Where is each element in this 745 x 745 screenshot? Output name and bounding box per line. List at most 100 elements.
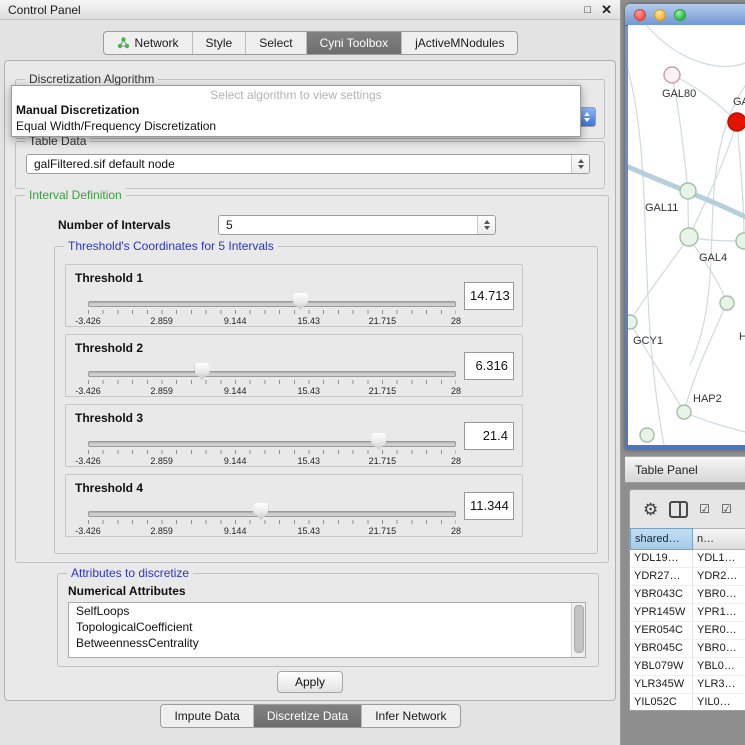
node-selected-red[interactable] (728, 113, 745, 131)
threshold-1-slider[interactable]: -3.4262.8599.14415.4321.71528 (88, 295, 456, 327)
table-row[interactable]: YER054CYER0… (630, 622, 745, 640)
slider-track[interactable] (88, 511, 456, 517)
threshold-1-label: Threshold 1 (75, 271, 143, 285)
table-row[interactable]: YLR345WYLR3… (630, 676, 745, 694)
threshold-1-panel: Threshold 1 -3.4262.8599.14415.4321.7152… (65, 264, 523, 327)
node-gal80[interactable] (664, 67, 680, 83)
network-window-titlebar[interactable] (625, 4, 745, 26)
tab-impute-data[interactable]: Impute Data (161, 705, 252, 727)
threshold-4-slider[interactable]: -3.4262.8599.14415.4321.71528 (88, 505, 456, 537)
slider-scale-label: 9.144 (224, 386, 247, 396)
table-cell: YLR3… (693, 676, 745, 693)
table-cell: YBR0… (693, 586, 745, 603)
table-cell: YER0… (693, 622, 745, 639)
slider-scale-label: 9.144 (224, 526, 247, 536)
table-row[interactable]: YBL079WYBL0… (630, 658, 745, 676)
column-header-name[interactable]: n… (693, 528, 745, 550)
checkbox-icon[interactable]: ☑ (721, 503, 732, 515)
tab-label: Discretize Data (267, 709, 348, 723)
window-title: Control Panel (8, 3, 81, 17)
threshold-2-slider[interactable]: -3.4262.8599.14415.4321.71528 (88, 365, 456, 397)
slider-track[interactable] (88, 371, 456, 377)
dropdown-prompt: Select algorithm to view settings (12, 86, 580, 102)
node[interactable] (720, 296, 734, 310)
node-label: GAL11 (645, 202, 678, 214)
node-gcy1[interactable] (628, 315, 637, 329)
node-hap2[interactable] (677, 405, 691, 419)
node-gal4[interactable] (680, 228, 698, 246)
table-browser-window: ⚙ ☑ ☑ shared… n… YDL19…YDL1…YDR27…YDR2…Y… (629, 489, 745, 711)
tab-label: Network (135, 36, 179, 50)
table-row[interactable]: YIL052CYIL0… (630, 694, 745, 710)
combo-arrows-icon (571, 155, 589, 173)
tab-style[interactable]: Style (192, 32, 246, 54)
node[interactable] (640, 428, 654, 442)
list-scrollbar[interactable] (571, 603, 585, 657)
checkbox-icon[interactable]: ☑ (699, 503, 710, 515)
group-title: Discretization Algorithm (25, 72, 158, 86)
node-label: H (739, 331, 745, 343)
slider-scale-label: 28 (451, 456, 461, 466)
slider-thumb-icon[interactable] (293, 293, 308, 310)
slider-scale-label: 15.43 (298, 386, 321, 396)
slider-thumb-icon[interactable] (371, 433, 386, 450)
threshold-1-value-field[interactable]: 14.713 (464, 282, 514, 310)
table-body: YDL19…YDL1…YDR27…YDR2…YBR043CYBR0…YPR145… (630, 550, 745, 710)
table-panel-header[interactable]: Table Panel (625, 456, 745, 483)
column-header-shared-name[interactable]: shared… (630, 528, 693, 550)
slider-thumb-icon[interactable] (195, 363, 210, 380)
tab-select[interactable]: Select (245, 32, 305, 54)
slider-scale-label: -3.426 (75, 456, 101, 466)
apply-button[interactable]: Apply (277, 671, 343, 693)
threshold-4-value-field[interactable]: 11.344 (464, 492, 514, 520)
tab-label: Style (206, 36, 233, 50)
attributes-to-discretize-group: Attributes to discretize Numerical Attri… (57, 573, 599, 667)
float-window-icon[interactable]: □ (584, 4, 591, 16)
attribute-list-item[interactable]: SelfLoops (69, 603, 585, 619)
tab-infer-network[interactable]: Infer Network (361, 705, 459, 727)
attribute-list-item[interactable]: TopologicalCoefficient (69, 619, 585, 635)
slider-ticks (88, 380, 456, 384)
zoom-traffic-light-icon[interactable] (674, 9, 686, 21)
minimize-traffic-light-icon[interactable] (654, 9, 666, 21)
close-traffic-light-icon[interactable] (634, 9, 646, 21)
table-data-combo[interactable]: galFiltered.sif default node (26, 154, 590, 174)
number-of-intervals-combo[interactable]: 5 (218, 215, 496, 235)
number-of-intervals-value: 5 (219, 218, 477, 232)
node-gal11[interactable] (680, 183, 696, 199)
tab-jactivemnodules[interactable]: jActiveMNodules (401, 32, 517, 54)
columns-icon[interactable] (669, 501, 688, 518)
table-row[interactable]: YDL19…YDL1… (630, 550, 745, 568)
threshold-3-slider[interactable]: -3.4262.8599.14415.4321.71528 (88, 435, 456, 467)
scrollbar-thumb[interactable] (574, 605, 584, 653)
tab-network[interactable]: Network (104, 32, 192, 54)
close-window-icon[interactable]: ✕ (601, 2, 612, 18)
slider-scale-label: -3.426 (75, 386, 101, 396)
slider-scale-label: 21.715 (369, 386, 397, 396)
dropdown-item-equal-width-frequency[interactable]: Equal Width/Frequency Discretization (12, 118, 580, 134)
table-panel-title: Table Panel (635, 463, 698, 477)
threshold-4-label: Threshold 4 (75, 481, 143, 495)
tab-cyni-toolbox[interactable]: Cyni Toolbox (306, 32, 401, 54)
gear-icon[interactable]: ⚙ (643, 501, 658, 518)
tab-label: Infer Network (375, 709, 446, 723)
table-row[interactable]: YBR045CYBR0… (630, 640, 745, 658)
slider-thumb-icon[interactable] (253, 503, 268, 520)
network-canvas[interactable]: GAL80 GA GAL11 GAL4 GCY1 H HAP2 (628, 25, 745, 445)
numerical-attributes-list[interactable]: SelfLoopsTopologicalCoefficientBetweenne… (68, 602, 586, 658)
node[interactable] (736, 233, 745, 249)
top-tab-bar: Network Style Select Cyni Toolbox jActiv… (0, 31, 621, 55)
network-nodes[interactable] (628, 67, 745, 442)
cyni-toolbox-panel: Discretization Algorithm Select algorith… (4, 60, 616, 701)
numerical-attributes-label: Numerical Attributes (68, 584, 186, 598)
threshold-2-value-field[interactable]: 6.316 (464, 352, 514, 380)
tab-discretize-data[interactable]: Discretize Data (253, 705, 361, 727)
slider-track[interactable] (88, 441, 456, 447)
table-row[interactable]: YPR145WYPR1… (630, 604, 745, 622)
threshold-3-value-field[interactable]: 21.4 (464, 422, 514, 450)
table-row[interactable]: YBR043CYBR0… (630, 586, 745, 604)
dropdown-item-manual-discretization[interactable]: Manual Discretization (12, 102, 580, 118)
slider-track[interactable] (88, 301, 456, 307)
attribute-list-item[interactable]: BetweennessCentrality (69, 635, 585, 651)
table-row[interactable]: YDR27…YDR2… (630, 568, 745, 586)
